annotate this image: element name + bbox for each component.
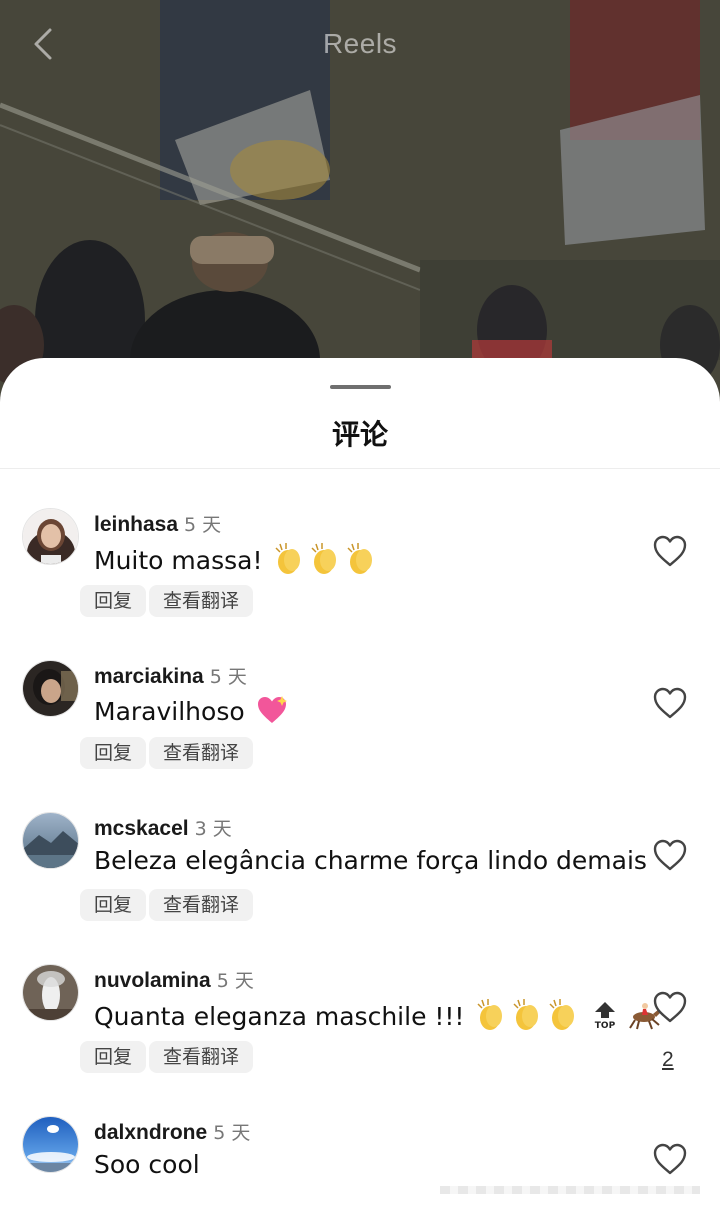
back-button[interactable]	[26, 24, 60, 64]
avatar[interactable]	[22, 1116, 79, 1173]
comment-item: nuvolamina 5 天 Quanta eleganza maschile !…	[0, 964, 720, 1114]
username[interactable]: nuvolamina	[94, 969, 211, 992]
reply-button[interactable]: 回复	[80, 737, 147, 769]
heart-icon[interactable]	[652, 686, 688, 720]
comment-meta: leinhasa 5 天	[94, 510, 221, 537]
comment-meta: marciakina 5 天	[94, 662, 247, 689]
reply-button[interactable]: 回复	[80, 1041, 147, 1073]
heart-icon[interactable]	[652, 1142, 688, 1176]
comment-actions: 回复 查看翻译	[80, 585, 254, 617]
comment-body: Soo cool	[94, 1150, 200, 1179]
timestamp: 5 天	[209, 666, 247, 688]
username[interactable]: leinhasa	[94, 513, 178, 536]
like-count[interactable]: 2	[662, 1048, 674, 1072]
avatar[interactable]	[22, 964, 79, 1021]
timestamp: 5 天	[213, 1122, 251, 1144]
comment-item: mcskacel 3 天 Beleza elegância charme forç…	[0, 812, 720, 962]
comments-sheet: 评论 leinhasa 5 天 Muito massa! 回复 查看翻译 mar…	[0, 358, 720, 1208]
comment-text: Muito massa!	[94, 542, 380, 582]
comment-actions: 回复 查看翻译	[80, 1041, 254, 1073]
comment-body: Beleza elegância charme força lindo dema…	[94, 846, 647, 875]
comment-meta: nuvolamina 5 天	[94, 966, 254, 993]
divider	[0, 468, 720, 469]
translate-button[interactable]: 查看翻译	[149, 585, 254, 617]
reply-button[interactable]: 回复	[80, 585, 147, 617]
avatar[interactable]	[22, 508, 79, 565]
comment-meta: mcskacel 3 天	[94, 814, 232, 841]
svg-text:TOP: TOP	[595, 1021, 616, 1030]
comment-actions: 回复 查看翻译	[80, 737, 254, 769]
chevron-left-icon	[34, 28, 52, 60]
sparkling-heart-icon	[255, 694, 289, 732]
username[interactable]: marciakina	[94, 665, 204, 688]
timestamp: 3 天	[194, 818, 232, 840]
avatar[interactable]	[22, 660, 79, 717]
comment-item: leinhasa 5 天 Muito massa! 回复 查看翻译	[0, 508, 720, 658]
comment-item: marciakina 5 天 Maravilhoso 回复 查看翻译	[0, 660, 720, 810]
top-arrow-icon: TOP	[592, 1000, 618, 1036]
comment-text: Beleza elegância charme força lindo dema…	[94, 846, 647, 875]
comment-text: Soo cool	[94, 1150, 200, 1179]
page-title: Reels	[322, 28, 398, 59]
timestamp: 5 天	[216, 970, 254, 992]
top-navigation-bar: Reels	[0, 0, 720, 88]
comment-body: Quanta eleganza maschile !!!	[94, 1002, 465, 1031]
sheet-drag-handle[interactable]	[330, 385, 391, 389]
translate-button[interactable]: 查看翻译	[149, 1041, 254, 1073]
reply-button[interactable]: 回复	[80, 889, 147, 921]
translate-button[interactable]: 查看翻译	[149, 889, 254, 921]
heart-icon[interactable]	[652, 534, 688, 568]
comment-body: Muito massa!	[94, 546, 263, 575]
sheet-title: 评论	[331, 418, 388, 451]
reel-video-background: Reels	[0, 0, 720, 420]
avatar[interactable]	[22, 812, 79, 869]
clapping-hands-icon	[272, 542, 380, 582]
timestamp: 5 天	[184, 514, 222, 536]
comment-body: Maravilhoso	[94, 697, 245, 726]
comment-text: Maravilhoso	[94, 694, 289, 732]
comment-actions: 回复 查看翻译	[80, 889, 254, 921]
username[interactable]: dalxndrone	[94, 1121, 207, 1144]
username[interactable]: mcskacel	[94, 817, 189, 840]
heart-icon[interactable]	[652, 990, 688, 1024]
comment-text: Quanta eleganza maschile !!! TOP	[94, 998, 662, 1038]
translate-button[interactable]: 查看翻译	[149, 737, 254, 769]
comment-meta: dalxndrone 5 天	[94, 1118, 250, 1145]
watermark-strip	[440, 1186, 700, 1194]
clapping-hands-icon	[474, 998, 582, 1038]
heart-icon[interactable]	[652, 838, 688, 872]
